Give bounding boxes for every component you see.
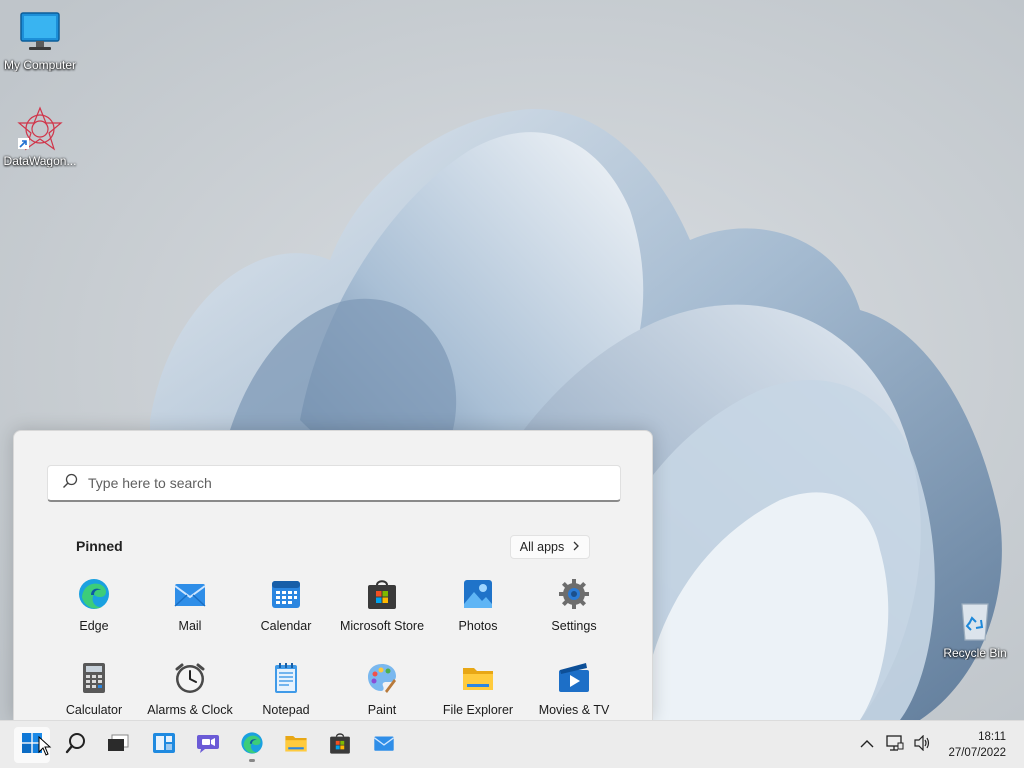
pinned-app-calculator[interactable]: Calculator — [46, 661, 142, 723]
calendar-icon — [269, 577, 303, 611]
desktop-icon-datawagon[interactable]: DataWagon... — [0, 106, 80, 168]
pinned-app-label: Paint — [367, 703, 397, 717]
notepad-icon — [269, 661, 303, 695]
pinned-app-movies-tv[interactable]: Movies & TV — [526, 661, 622, 723]
pinned-app-label: Edge — [79, 619, 109, 633]
settings-icon — [557, 577, 591, 611]
mail-icon — [173, 577, 207, 611]
datawagon-icon — [17, 106, 63, 152]
network-icon — [886, 734, 904, 756]
pinned-apps-grid: Edge Mail Calendar Microsoft Store Photo… — [46, 577, 622, 723]
search-icon — [62, 473, 78, 494]
store-icon — [365, 577, 399, 611]
pinned-app-label: Microsoft Store — [339, 619, 425, 633]
running-indicator — [249, 759, 255, 762]
edge-icon — [240, 731, 264, 760]
pinned-app-label: Notepad — [262, 703, 310, 717]
all-apps-button[interactable]: All apps — [510, 535, 590, 559]
edge-icon — [77, 577, 111, 611]
pinned-app-photos[interactable]: Photos — [430, 577, 526, 639]
start-search-box[interactable] — [47, 465, 621, 502]
taskbar-edge-button[interactable] — [234, 727, 270, 763]
folder-icon — [461, 661, 495, 695]
pinned-app-label: Settings — [551, 619, 597, 633]
mouse-cursor-icon — [38, 736, 52, 756]
chevron-right-icon — [572, 540, 580, 554]
store-icon — [328, 731, 352, 760]
pinned-app-microsoft-store[interactable]: Microsoft Store — [334, 577, 430, 639]
volume-button[interactable] — [910, 732, 936, 758]
pinned-app-paint[interactable]: Paint — [334, 661, 430, 723]
pinned-app-calendar[interactable]: Calendar — [238, 577, 334, 639]
pinned-app-edge[interactable]: Edge — [46, 577, 142, 639]
recycle-bin-icon — [952, 598, 998, 644]
movies-icon — [557, 661, 591, 695]
pinned-app-notepad[interactable]: Notepad — [238, 661, 334, 723]
taskbar-search-button[interactable] — [58, 727, 94, 763]
taskbar-file-explorer-button[interactable] — [278, 727, 314, 763]
task-view-button[interactable] — [100, 727, 136, 763]
taskbar-mail-button[interactable] — [366, 727, 402, 763]
pinned-app-label: Alarms & Clock — [147, 703, 233, 717]
photos-icon — [461, 577, 495, 611]
pinned-app-label: Photos — [458, 619, 498, 633]
pinned-section-title: Pinned — [76, 538, 123, 554]
paint-icon — [365, 661, 399, 695]
clock-time: 18:11 — [978, 731, 1006, 743]
start-search-input[interactable] — [88, 475, 568, 491]
desktop-icon-label: DataWagon... — [3, 154, 77, 168]
taskbar-clock[interactable]: 18:11 27/07/2022 — [948, 729, 1006, 761]
pinned-app-mail[interactable]: Mail — [142, 577, 238, 639]
pinned-app-label: Calendar — [260, 619, 312, 633]
search-icon — [65, 732, 87, 759]
pinned-app-label: File Explorer — [442, 703, 514, 717]
calculator-icon — [77, 661, 111, 695]
clock-icon — [173, 661, 207, 695]
pinned-app-file-explorer[interactable]: File Explorer — [430, 661, 526, 723]
desktop-icon-my-computer[interactable]: My Computer — [0, 10, 80, 72]
start-menu: Pinned All apps Edge — [13, 430, 653, 720]
taskbar-store-button[interactable] — [322, 727, 358, 763]
show-hidden-icons-button[interactable] — [854, 732, 880, 758]
folder-icon — [283, 731, 309, 760]
desktop-icon-label: My Computer — [3, 58, 77, 72]
chat-button[interactable] — [190, 727, 226, 763]
desktop-icon-recycle-bin[interactable]: Recycle Bin — [935, 598, 1015, 660]
pinned-app-settings[interactable]: Settings — [526, 577, 622, 639]
chat-icon — [196, 732, 220, 759]
chevron-up-icon — [860, 736, 874, 754]
speaker-icon — [914, 734, 932, 756]
pinned-app-label: Movies & TV — [538, 703, 610, 717]
mail-icon — [371, 732, 397, 759]
network-button[interactable] — [882, 732, 908, 758]
desktop-icon-label: Recycle Bin — [943, 646, 1007, 660]
widgets-button[interactable] — [146, 727, 182, 763]
all-apps-label: All apps — [519, 540, 565, 554]
pinned-app-label: Calculator — [65, 703, 123, 717]
pinned-app-label: Mail — [178, 619, 202, 633]
clock-date: 27/07/2022 — [948, 747, 1006, 759]
monitor-icon — [17, 10, 63, 56]
pinned-app-alarms-clock[interactable]: Alarms & Clock — [142, 661, 238, 723]
widgets-icon — [152, 732, 176, 759]
system-tray: 18:11 27/07/2022 — [854, 721, 1024, 768]
taskbar: 18:11 27/07/2022 — [0, 720, 1024, 768]
task-view-icon — [107, 734, 129, 757]
